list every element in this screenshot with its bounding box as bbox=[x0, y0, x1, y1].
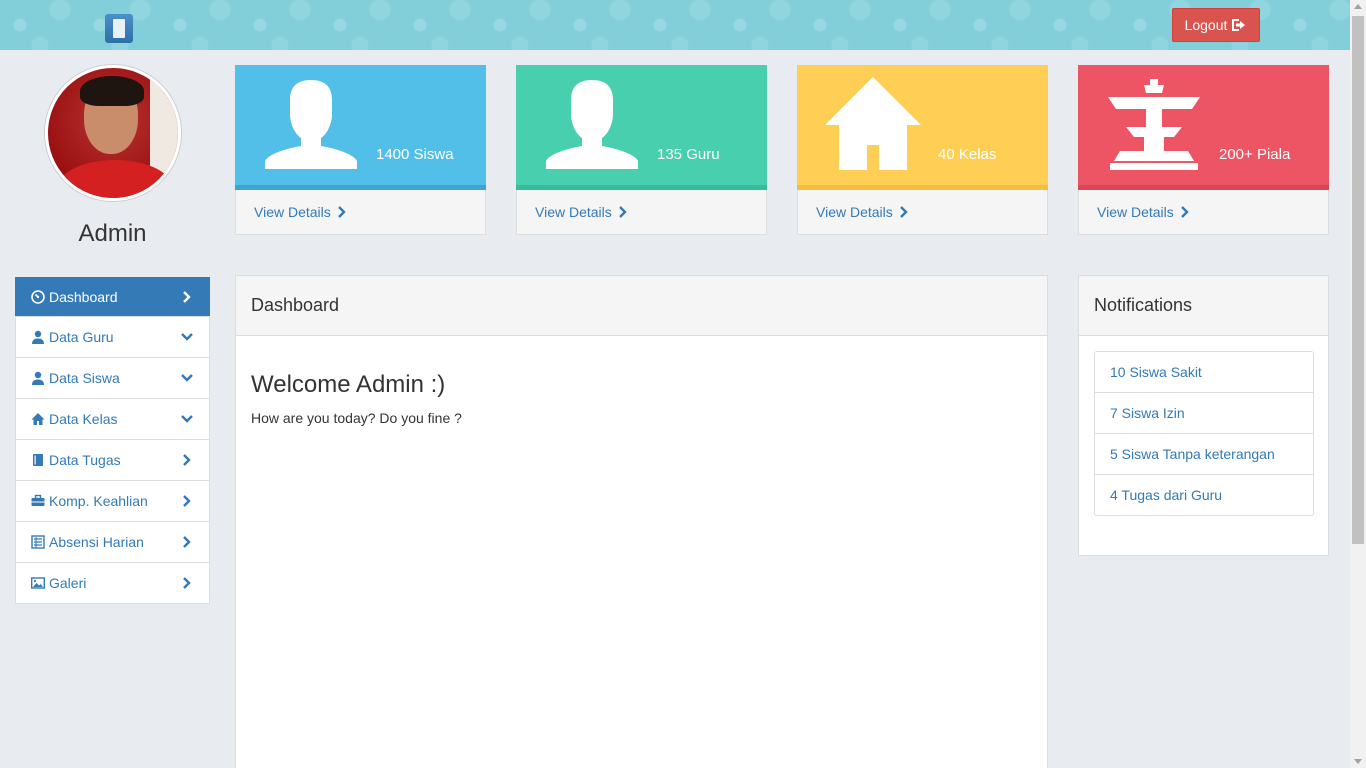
home-icon bbox=[31, 412, 45, 426]
view-details-label: View Details bbox=[816, 204, 893, 220]
chevron-right-icon bbox=[183, 577, 191, 589]
list-icon bbox=[31, 535, 45, 549]
stat-card-header: 135 Guru bbox=[516, 65, 767, 190]
stat-card-header: 1400 Siswa bbox=[235, 65, 486, 190]
chevron-right-icon bbox=[183, 291, 191, 303]
sidebar-item-label: Data Kelas bbox=[49, 411, 118, 427]
view-details-link[interactable]: View Details bbox=[797, 190, 1048, 235]
stat-card-piala: 200+ Piala View Details bbox=[1078, 65, 1329, 235]
view-details-label: View Details bbox=[254, 204, 331, 220]
chevron-right-icon bbox=[899, 206, 908, 218]
sidebar-item-data-guru[interactable]: Data Guru bbox=[15, 316, 210, 358]
view-details-label: View Details bbox=[1097, 204, 1174, 220]
scroll-up-arrow-icon[interactable] bbox=[1354, 4, 1362, 9]
view-details-link[interactable]: View Details bbox=[516, 190, 767, 235]
chevron-right-icon bbox=[183, 536, 191, 548]
notifications-title: Notifications bbox=[1079, 276, 1328, 336]
user-icon bbox=[31, 371, 45, 385]
view-details-link[interactable]: View Details bbox=[235, 190, 486, 235]
dashboard-panel: Dashboard Welcome Admin :) How are you t… bbox=[235, 275, 1048, 768]
profile-name: Admin bbox=[78, 220, 147, 247]
user-icon bbox=[265, 80, 357, 169]
scroll-down-arrow-icon[interactable] bbox=[1354, 759, 1362, 764]
scrollbar-thumb[interactable] bbox=[1352, 16, 1364, 544]
logout-label: Logout bbox=[1184, 17, 1228, 33]
view-details-link[interactable]: View Details bbox=[1078, 190, 1329, 235]
chevron-right-icon bbox=[183, 454, 191, 466]
sidebar-item-label: Komp. Keahlian bbox=[49, 493, 148, 509]
brand-logo-icon[interactable] bbox=[105, 14, 133, 43]
sidebar-item-data-kelas[interactable]: Data Kelas bbox=[15, 398, 210, 440]
sidebar-item-dashboard[interactable]: Dashboard bbox=[15, 277, 210, 317]
sidebar-item-label: Dashboard bbox=[49, 289, 118, 305]
sidebar-item-absensi-harian[interactable]: Absensi Harian bbox=[15, 521, 210, 563]
chevron-down-icon bbox=[181, 374, 193, 382]
chevron-down-icon bbox=[181, 333, 193, 341]
sidebar-item-label: Galeri bbox=[49, 575, 87, 591]
chevron-down-icon bbox=[181, 415, 193, 423]
sidebar-item-label: Absensi Harian bbox=[49, 534, 144, 550]
sidebar-item-galeri[interactable]: Galeri bbox=[15, 562, 210, 604]
sidebar-item-komp-keahlian[interactable]: Komp. Keahlian bbox=[15, 480, 210, 522]
sidebar-item-data-siswa[interactable]: Data Siswa bbox=[15, 357, 210, 399]
notification-item[interactable]: 7 Siswa Izin bbox=[1094, 392, 1314, 434]
stat-value: 135 Guru bbox=[657, 146, 720, 163]
welcome-heading: Welcome Admin :) bbox=[251, 371, 446, 398]
chevron-right-icon bbox=[618, 206, 627, 218]
stat-card-header: 200+ Piala bbox=[1078, 65, 1329, 190]
notifications-list: 10 Siswa Sakit 7 Siswa Izin 5 Siswa Tanp… bbox=[1094, 351, 1314, 516]
user-icon bbox=[31, 330, 45, 344]
picture-icon bbox=[31, 576, 45, 590]
sidebar-menu: Dashboard Data Guru Data Siswa Data Kela… bbox=[15, 277, 210, 604]
tower-icon bbox=[1108, 79, 1200, 170]
welcome-subtitle: How are you today? Do you fine ? bbox=[251, 410, 462, 426]
logout-icon bbox=[1232, 19, 1246, 31]
stat-card-kelas: 40 Kelas View Details bbox=[797, 65, 1048, 235]
sidebar-item-label: Data Tugas bbox=[49, 452, 121, 468]
stat-value: 40 Kelas bbox=[938, 146, 997, 163]
sidebar-item-data-tugas[interactable]: Data Tugas bbox=[15, 439, 210, 481]
stat-card-guru: 135 Guru View Details bbox=[516, 65, 767, 235]
notification-item[interactable]: 10 Siswa Sakit bbox=[1094, 351, 1314, 393]
notification-item[interactable]: 5 Siswa Tanpa keterangan bbox=[1094, 433, 1314, 475]
user-icon bbox=[546, 80, 638, 169]
avatar bbox=[45, 65, 181, 201]
sidebar-item-label: Data Guru bbox=[49, 329, 114, 345]
chevron-right-icon bbox=[183, 495, 191, 507]
logout-button[interactable]: Logout bbox=[1172, 8, 1260, 42]
panel-title: Dashboard bbox=[236, 276, 1047, 336]
chevron-right-icon bbox=[1180, 206, 1189, 218]
top-navbar: Logout bbox=[0, 0, 1350, 50]
briefcase-icon bbox=[31, 494, 45, 508]
stat-value: 1400 Siswa bbox=[376, 146, 454, 163]
home-icon bbox=[825, 77, 921, 170]
view-details-label: View Details bbox=[535, 204, 612, 220]
notification-item[interactable]: 4 Tugas dari Guru bbox=[1094, 474, 1314, 516]
stat-card-header: 40 Kelas bbox=[797, 65, 1048, 190]
stat-card-siswa: 1400 Siswa View Details bbox=[235, 65, 486, 235]
notifications-panel: Notifications 10 Siswa Sakit 7 Siswa Izi… bbox=[1078, 275, 1329, 556]
book-icon bbox=[31, 453, 45, 467]
chevron-right-icon bbox=[337, 206, 346, 218]
sidebar-item-label: Data Siswa bbox=[49, 370, 120, 386]
stat-value: 200+ Piala bbox=[1219, 146, 1291, 163]
dashboard-icon bbox=[31, 290, 45, 304]
page-scrollbar[interactable] bbox=[1350, 0, 1366, 768]
